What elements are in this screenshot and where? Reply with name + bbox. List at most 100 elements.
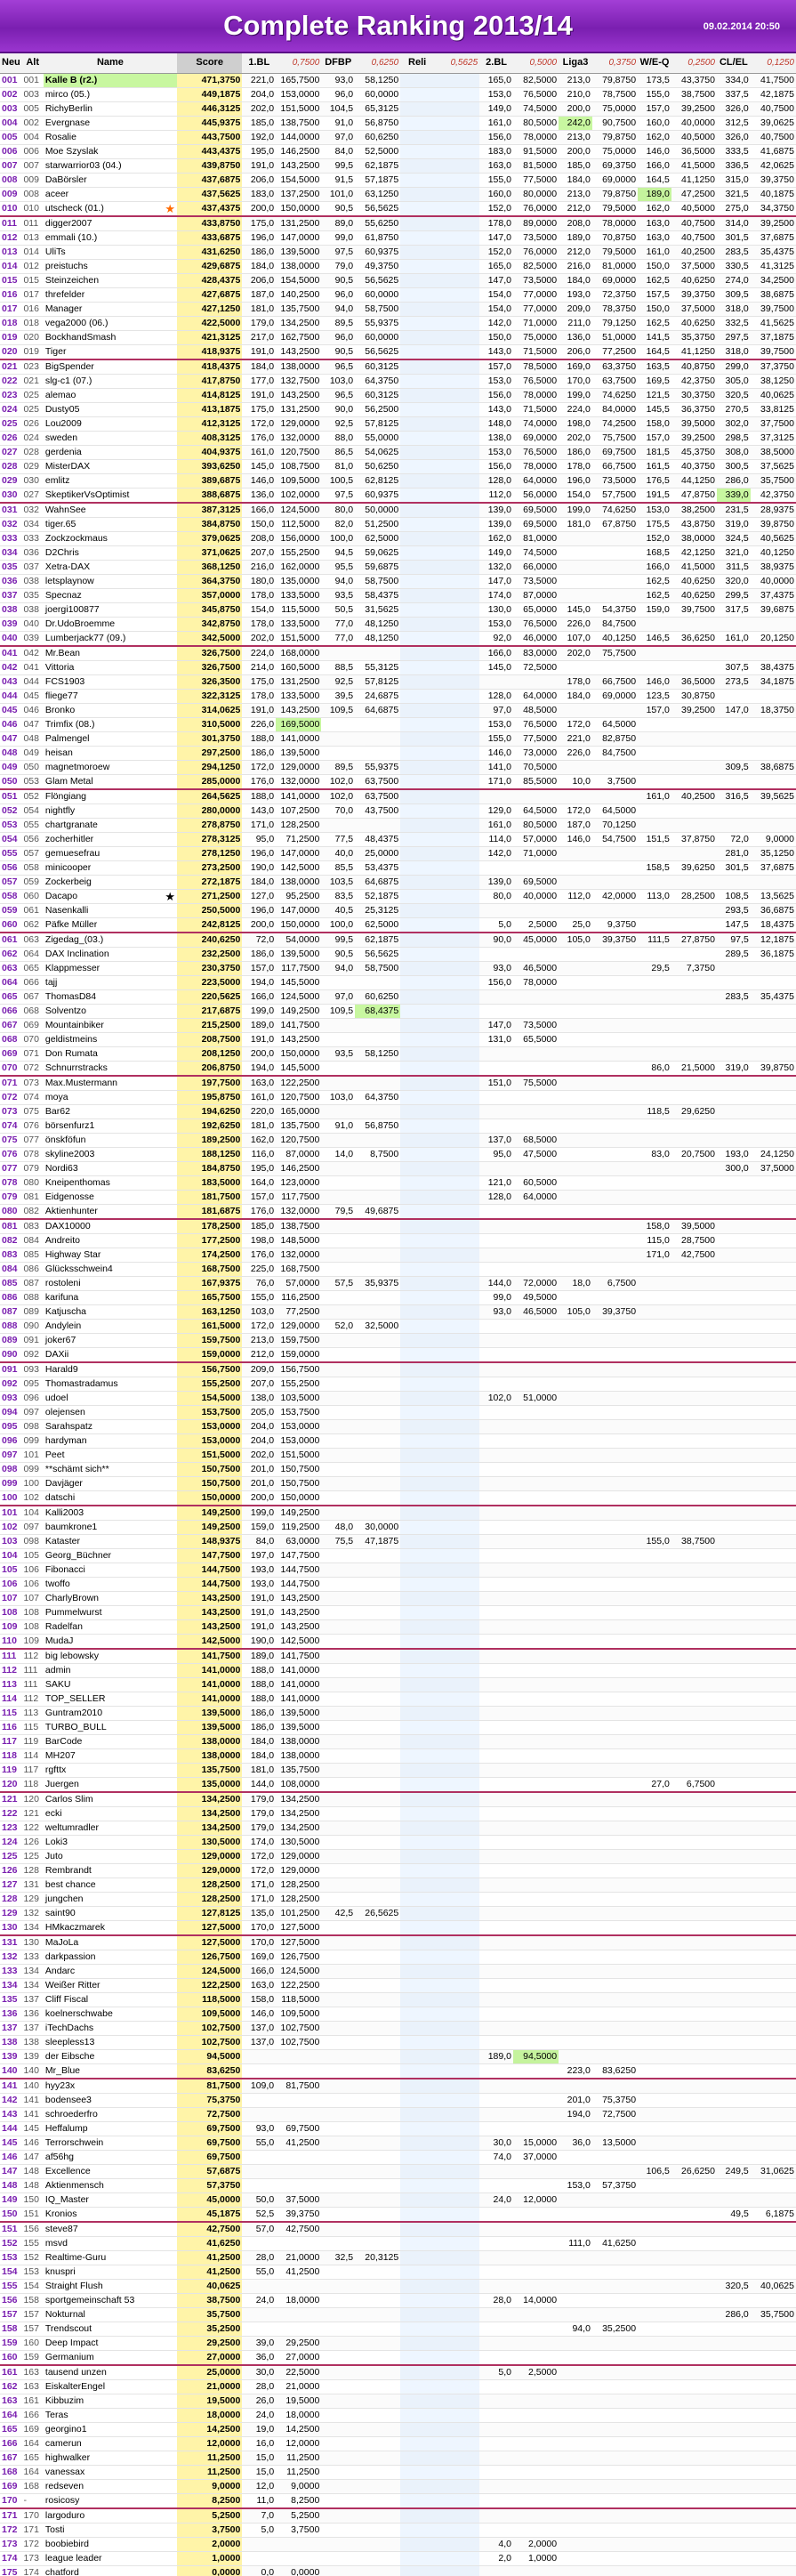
score-cell: 38,1250 (750, 374, 796, 389)
score-cell: 320,0 (716, 574, 751, 589)
score-cell: 77,0000 (512, 302, 559, 317)
score-cell (716, 1748, 751, 1764)
score-cell: 120,7500 (276, 445, 322, 460)
table-row: 161 163 tausend unzen 25,0000 30,0 22,5000 5,0… (0, 2363, 796, 2380)
score-cell (512, 1978, 559, 1993)
score-cell (355, 1248, 401, 1263)
score-cell: 150,0 (638, 302, 671, 317)
score-cell (750, 2220, 796, 2237)
score-cell: 2,0000 (512, 2537, 559, 2552)
total-score: 192,6250 (176, 1118, 243, 1134)
score-cell: 155,2500 (276, 545, 322, 561)
score-cell: 40,0000 (512, 889, 559, 904)
score-cell (434, 602, 480, 618)
player-name: Carlos Slim (43, 1790, 177, 1807)
table-row: 077 079 Nordi63 184,8750 195,0 146,2500 300,0 3… (0, 1161, 796, 1176)
score-cell (671, 1605, 717, 1620)
table-row: 018 018 vega2000 (06.) 422,5000 179,0 134,250… (0, 316, 796, 331)
score-cell (355, 1720, 401, 1735)
score-cell: 144,0000 (276, 130, 322, 145)
score-cell (512, 1706, 559, 1721)
score-cell (716, 2250, 751, 2265)
score-cell: 93,5 (321, 588, 356, 603)
score-cell (559, 2436, 592, 2451)
score-cell (400, 1520, 435, 1535)
player-name: alemao (43, 388, 177, 403)
score-cell (434, 1849, 480, 1864)
score-cell (671, 2093, 717, 2108)
score-cell (400, 631, 435, 646)
score-cell: 65,3125 (355, 101, 401, 117)
score-cell: 40,1250 (750, 545, 796, 561)
score-cell (400, 574, 435, 589)
score-cell (591, 1361, 639, 1377)
score-cell (716, 1462, 751, 1477)
score-cell: 89,5 (321, 316, 356, 331)
score-cell: 64,5000 (591, 717, 639, 732)
score-cell (321, 1821, 356, 1836)
score-cell (638, 2207, 671, 2222)
score-cell (321, 1032, 356, 1047)
score-cell (512, 860, 559, 876)
total-score: 412,3125 (176, 416, 243, 432)
score-cell: 70,0 (321, 803, 356, 819)
score-cell (321, 2479, 356, 2494)
score-cell (512, 1720, 559, 1735)
score-cell (559, 1978, 592, 1993)
rank-old: 133 (21, 1950, 44, 1965)
score-cell (479, 2465, 513, 2480)
score-cell (321, 2537, 356, 2552)
score-cell: 165,0000 (276, 1104, 322, 1119)
rank-new: 118 (0, 1748, 22, 1764)
score-cell (671, 989, 717, 1005)
score-cell (434, 1161, 480, 1176)
table-row: 009 008 aceer 437,5625 183,0 137,2500 101,0 63,… (0, 187, 796, 202)
score-cell: 136,0 (242, 488, 277, 503)
score-cell (591, 1548, 639, 1563)
score-cell: 37,4375 (750, 588, 796, 603)
score-cell (242, 2107, 277, 2122)
score-cell (559, 1790, 592, 1807)
total-score: 128,2500 (176, 1892, 243, 1907)
score-cell (355, 2507, 401, 2524)
score-cell: 79,1250 (591, 316, 639, 331)
column-header-liga3: Liga3 (559, 53, 592, 74)
score-cell: 226,0 (242, 717, 277, 732)
score-cell: 76,5000 (512, 717, 559, 732)
score-cell (750, 2007, 796, 2022)
rank-old: 156 (21, 2220, 44, 2237)
score-cell (750, 1706, 796, 1721)
score-cell: 47,5000 (512, 1147, 559, 1162)
score-cell (716, 2293, 751, 2308)
score-cell (479, 2394, 513, 2409)
score-cell: 86,5 (321, 445, 356, 460)
score-cell (400, 2049, 435, 2064)
score-cell (559, 1777, 592, 1792)
rank-new: 127 (0, 1877, 22, 1893)
table-row: 137 137 iTechDachs 102,7500 137,0 102,7500 (0, 2021, 796, 2036)
score-cell: 138,0000 (276, 259, 322, 274)
rank-new: 024 (0, 402, 22, 417)
score-cell (400, 1217, 435, 1234)
rank-old: 108 (21, 1605, 44, 1620)
score-cell (355, 818, 401, 833)
score-cell (479, 2164, 513, 2179)
table-row: 028 029 MisterDAX 393,6250 145,0 108,7500 81,0… (0, 459, 796, 474)
score-cell: 40,1250 (591, 631, 639, 646)
score-cell (434, 445, 480, 460)
score-cell (512, 1217, 559, 1234)
player-name: MH207 (43, 1748, 177, 1764)
score-cell (400, 617, 435, 632)
table-row: 092 095 Thomastradamus 155,2500 207,0 155,250… (0, 1377, 796, 1392)
score-cell: 186,0 (242, 947, 277, 962)
score-cell (671, 660, 717, 675)
score-cell (750, 1577, 796, 1592)
total-score: 138,0000 (176, 1734, 243, 1749)
score-cell: 34,1875 (750, 674, 796, 690)
score-cell (671, 2336, 717, 2351)
score-cell: 49,6875 (355, 1204, 401, 1219)
score-cell (434, 2035, 480, 2050)
score-cell (400, 201, 435, 216)
rank-old: 137 (21, 1992, 44, 2007)
score-cell (559, 1706, 592, 1721)
